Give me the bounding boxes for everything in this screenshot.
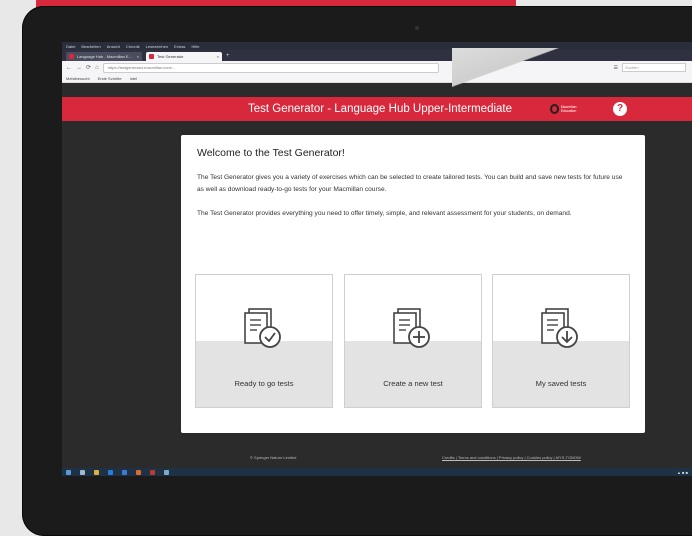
menu-item[interactable]: Bearbeiten xyxy=(81,44,100,49)
search-icon[interactable] xyxy=(80,469,85,475)
screen-glare xyxy=(452,48,692,88)
favicon-icon xyxy=(149,54,154,59)
app-header: Test Generator - Language Hub Upper-Inte… xyxy=(62,97,692,121)
reload-button[interactable]: ⟳ xyxy=(86,64,91,71)
address-bar[interactable]: https://testgenerator.macmillan.com/... xyxy=(102,62,439,73)
page-footer: © Springer Nature Limited Credits | Term… xyxy=(62,448,692,468)
card-label: Ready to go tests xyxy=(234,379,294,388)
system-tray[interactable]: ▲ ■ ■ xyxy=(677,470,688,475)
help-button[interactable]: ? xyxy=(613,102,627,116)
card-label: My saved tests xyxy=(535,379,587,388)
menu-item[interactable]: Lesezeichen xyxy=(146,44,168,49)
app-icon[interactable] xyxy=(150,469,155,475)
welcome-title: Welcome to the Test Generator! xyxy=(197,147,345,159)
favicon-icon xyxy=(69,54,74,59)
browser-icon[interactable] xyxy=(122,469,127,475)
menu-item[interactable]: Extras xyxy=(174,44,185,49)
macmillan-logo-icon xyxy=(550,104,559,114)
back-button[interactable]: ← xyxy=(66,65,72,71)
browser-tab[interactable]: Language Hub - Macmillan E... × xyxy=(66,52,142,61)
bookmark-item[interactable]: Meistbesucht xyxy=(66,76,90,81)
macmillan-logo: Macmillan Education xyxy=(550,104,586,114)
my-saved-tests-card[interactable]: My saved tests xyxy=(492,274,630,408)
app-title: Test Generator - Language Hub Upper-Inte… xyxy=(248,103,513,115)
folder-icon[interactable] xyxy=(94,469,99,475)
create-new-test-card[interactable]: Create a new test xyxy=(344,274,482,408)
bookmark-item[interactable]: Erste Schritte xyxy=(98,76,122,81)
welcome-paragraph-2: The Test Generator provides everything y… xyxy=(197,210,572,217)
menu-item[interactable]: Ansicht xyxy=(107,44,120,49)
webcam xyxy=(415,26,419,30)
screen: Datei Bearbeiten Ansicht Chronik Lesezei… xyxy=(62,42,692,476)
close-tab-icon[interactable]: × xyxy=(217,54,219,59)
forward-button[interactable]: → xyxy=(76,65,82,71)
ready-to-go-tests-card[interactable]: Ready to go tests xyxy=(195,274,333,408)
document-download-icon xyxy=(541,308,578,348)
edge-icon[interactable] xyxy=(108,469,113,475)
new-tab-button[interactable]: + xyxy=(226,52,230,61)
tab-label: Test Generator xyxy=(157,54,184,59)
menu-item[interactable]: Hilfe xyxy=(191,44,199,49)
windows-taskbar: ▲ ■ ■ xyxy=(62,468,692,476)
footer-links[interactable]: Credits | Terms and conditions | Privacy… xyxy=(442,455,581,460)
card-label: Create a new test xyxy=(383,379,443,388)
start-icon[interactable] xyxy=(66,469,71,475)
tab-label: Language Hub - Macmillan E... xyxy=(77,54,132,59)
welcome-paragraph-1: The Test Generator gives you a variety o… xyxy=(197,174,623,193)
welcome-panel: Welcome to the Test Generator! The Test … xyxy=(181,135,645,433)
document-check-icon xyxy=(244,308,281,348)
menu-item[interactable]: Chronik xyxy=(126,44,140,49)
browser-tab-active[interactable]: Test Generator × xyxy=(146,52,222,61)
app-icon[interactable] xyxy=(164,469,169,475)
bookmark-item[interactable]: Intel xyxy=(130,76,138,81)
home-button[interactable]: ⌂ xyxy=(95,65,99,71)
close-tab-icon[interactable]: × xyxy=(137,54,139,59)
firefox-icon[interactable] xyxy=(136,469,141,475)
menu-item[interactable]: Datei xyxy=(66,44,75,49)
document-plus-icon xyxy=(393,308,430,348)
copyright-text: © Springer Nature Limited xyxy=(250,455,297,460)
brand-name: Macmillan Education xyxy=(560,105,577,113)
